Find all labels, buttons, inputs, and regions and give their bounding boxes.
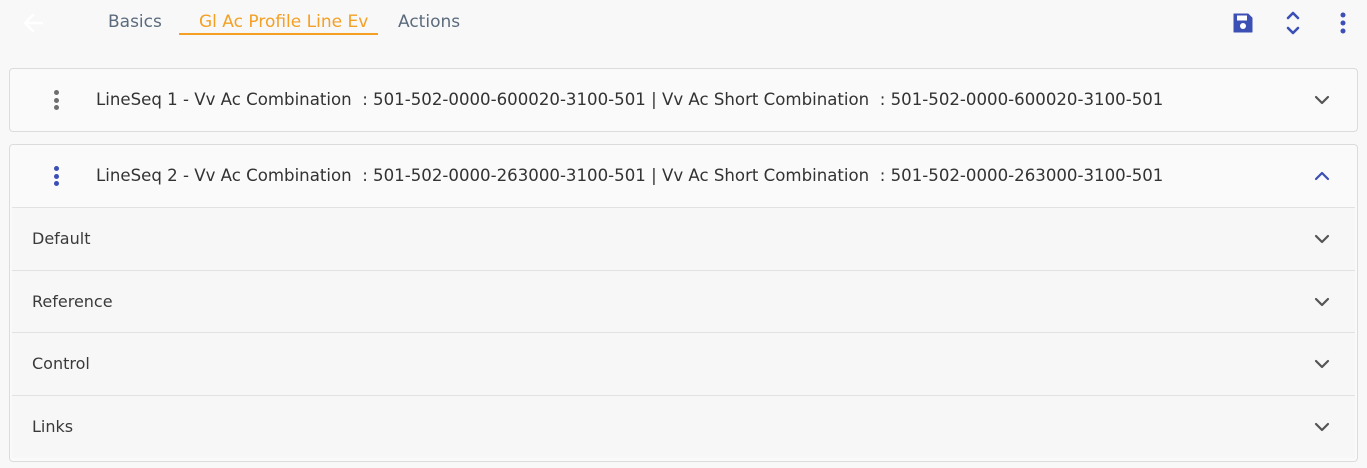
dot-icon <box>53 166 59 171</box>
line-panel-1: LineSeq 1 - Vv Ac Combination : 501-502-… <box>9 68 1358 132</box>
expand-collapse-icon <box>1286 11 1300 35</box>
top-bar: Basics Gl Ac Profile Line Ev Actions <box>0 0 1367 50</box>
section-label: Control <box>32 354 90 374</box>
section-label: Default <box>32 229 91 248</box>
section-label: Reference <box>32 291 113 311</box>
chevron-down-icon[interactable] <box>1313 91 1331 109</box>
chevron-down-icon <box>1314 422 1330 432</box>
save-icon <box>1233 13 1253 33</box>
more-options-button[interactable] <box>1329 9 1357 37</box>
line-panel-1-header[interactable]: LineSeq 1 - Vv Ac Combination : 501-502-… <box>10 69 1357 131</box>
arrow-left-icon <box>23 13 44 33</box>
expand-collapse-button[interactable] <box>1279 9 1307 37</box>
tab-actions[interactable]: Actions <box>398 12 460 32</box>
chevron-down-icon <box>1314 234 1330 244</box>
chevron-down-icon <box>1314 297 1330 306</box>
dot-icon <box>53 97 59 103</box>
line-1-menu-button[interactable] <box>46 88 66 112</box>
line-panel-2: LineSeq 2 - Vv Ac Combination : 501-502-… <box>9 144 1358 462</box>
back-button[interactable] <box>20 11 46 35</box>
save-button[interactable] <box>1229 9 1257 37</box>
dot-icon <box>53 173 59 179</box>
chevron-down-icon <box>1314 360 1330 369</box>
line-1-title: LineSeq 1 - Vv Ac Combination : 501-502-… <box>96 90 1164 109</box>
tab-gl-ac-profile-line-ev[interactable]: Gl Ac Profile Line Ev <box>199 12 368 32</box>
section-reference[interactable]: Reference <box>12 269 1355 333</box>
dot-icon <box>53 105 59 110</box>
section-links[interactable]: Links <box>12 395 1355 458</box>
chevron-up-icon[interactable] <box>1313 167 1331 185</box>
line-panel-2-header[interactable]: LineSeq 2 - Vv Ac Combination : 501-502-… <box>10 145 1357 207</box>
dot-icon <box>53 181 59 186</box>
section-default[interactable]: Default <box>12 207 1355 270</box>
line-2-title: LineSeq 2 - Vv Ac Combination : 501-502-… <box>96 166 1164 185</box>
dot-icon <box>53 90 59 95</box>
section-label: Links <box>32 417 74 437</box>
active-tab-indicator <box>179 33 378 35</box>
more-vertical-icon <box>1340 12 1346 34</box>
tab-basics[interactable]: Basics <box>108 12 162 32</box>
line-2-menu-button[interactable] <box>46 164 66 188</box>
line-2-sections: Default Reference Control Links <box>12 207 1355 458</box>
section-control[interactable]: Control <box>12 332 1355 396</box>
